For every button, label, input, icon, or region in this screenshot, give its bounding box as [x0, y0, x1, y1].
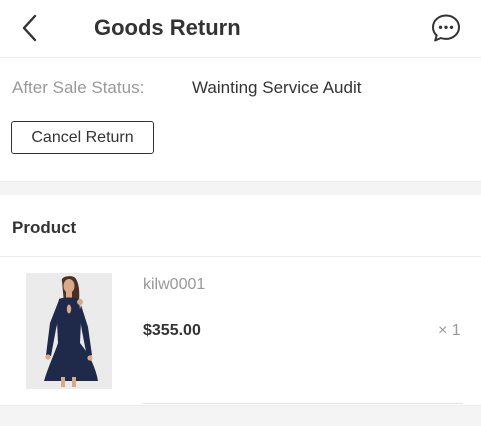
- product-price: $355.00: [143, 322, 201, 339]
- product-sku: kilw0001: [143, 276, 206, 293]
- cancel-return-button[interactable]: Cancel Return: [11, 121, 154, 154]
- back-button[interactable]: [18, 12, 44, 44]
- navy-dress-photo: [26, 273, 112, 389]
- divider: [143, 403, 463, 404]
- product-quantity: × 1: [438, 322, 461, 339]
- status-label: After Sale Status:: [12, 78, 145, 97]
- product-section-title: Product: [12, 218, 77, 237]
- chat-button[interactable]: [430, 12, 462, 44]
- chevron-left-icon: [22, 14, 37, 42]
- product-section: Product kilw0001 $355.00 × 1: [0, 195, 481, 406]
- status-value: Wainting Service Audit: [192, 78, 362, 97]
- divider: [0, 256, 481, 257]
- chat-bubble-icon: [432, 14, 460, 42]
- product-image[interactable]: [26, 273, 112, 389]
- page-title: Goods Return: [94, 15, 241, 40]
- after-sale-status-section: After Sale Status: Wainting Service Audi…: [0, 58, 481, 182]
- header-bar: Goods Return: [0, 0, 481, 58]
